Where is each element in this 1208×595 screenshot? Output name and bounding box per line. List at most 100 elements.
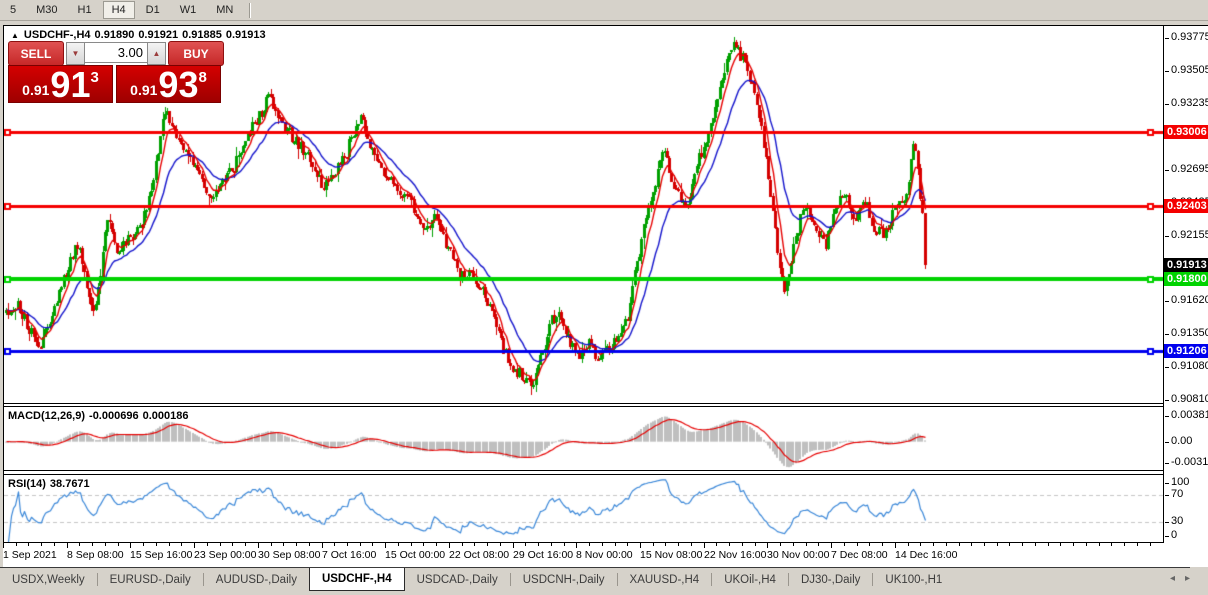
chart-ohlc-header: ▲USDCHF-,H40.918900.919210.918850.91913 — [11, 29, 270, 41]
time-minor-tick — [1099, 543, 1100, 546]
chart-tab-dj30daily[interactable]: DJ30-,Daily — [789, 568, 872, 591]
buy-price-pip: 8 — [198, 69, 206, 86]
open-value: 0.91890 — [95, 29, 135, 41]
time-minor-tick — [920, 543, 921, 546]
time-minor-tick — [220, 543, 221, 546]
price-line-badge: 0.91206 — [1164, 344, 1208, 358]
time-minor-tick — [959, 543, 960, 546]
time-axis-label: 29 Oct 16:00 — [513, 549, 573, 561]
time-axis-label: 1 Sep 2021 — [3, 549, 57, 561]
tab-scroll-right-icon[interactable]: ▸ — [1185, 573, 1200, 584]
time-minor-tick — [436, 543, 437, 546]
time-minor-tick — [1048, 543, 1049, 546]
chart-symbol-label: USDCHF-,H4 — [24, 29, 91, 41]
time-minor-tick — [691, 543, 692, 546]
rsi-indicator-canvas[interactable] — [4, 475, 1163, 542]
time-minor-tick — [500, 543, 501, 546]
rsi-axis-label: 30 — [1171, 515, 1183, 527]
volume-increase-button[interactable]: ▲ — [147, 42, 166, 65]
time-minor-tick — [334, 543, 335, 546]
time-major-tick — [67, 543, 68, 548]
time-axis-label: 8 Nov 00:00 — [576, 549, 633, 561]
time-major-tick — [130, 543, 131, 548]
time-axis-label: 15 Oct 00:00 — [385, 549, 445, 561]
time-minor-tick — [665, 543, 666, 546]
timeframe-button-5[interactable]: 5 — [1, 1, 25, 19]
time-axis-label: 8 Sep 08:00 — [67, 549, 124, 561]
chart-tab-xauusdh4[interactable]: XAUUSD-,H4 — [618, 568, 712, 591]
chart-tab-usdcaddaily[interactable]: USDCAD-,Daily — [405, 568, 510, 591]
timeframe-button-m30[interactable]: M30 — [27, 1, 66, 19]
chart-tab-uk100h1[interactable]: UK100-,H1 — [873, 568, 954, 591]
timeframe-button-h1[interactable]: H1 — [69, 1, 101, 19]
buy-price-box[interactable]: 0.91 93 8 — [116, 65, 221, 103]
time-axis-label: 15 Nov 08:00 — [640, 549, 702, 561]
price-tick-label: 0.93505 — [1171, 64, 1208, 76]
price-tick-label: 0.93775 — [1171, 31, 1208, 43]
time-minor-tick — [1022, 543, 1023, 546]
chart-tab-audusddaily[interactable]: AUDUSD-,Daily — [204, 568, 309, 591]
price-line-badge: 0.92403 — [1164, 199, 1208, 213]
time-axis-label: 22 Oct 08:00 — [449, 549, 509, 561]
time-minor-tick — [347, 543, 348, 546]
price-tick-label: 0.92155 — [1171, 229, 1208, 241]
chart-tab-eurusddaily[interactable]: EURUSD-,Daily — [98, 568, 203, 591]
price-tick-label: 0.91350 — [1171, 327, 1208, 339]
chart-tab-ukoilh4[interactable]: UKOil-,H4 — [712, 568, 788, 591]
rsi-pane-bottom-border — [3, 542, 1164, 543]
time-axis-label: 22 Nov 16:00 — [704, 549, 766, 561]
timeframe-button-d1[interactable]: D1 — [137, 1, 169, 19]
timeframe-button-w1[interactable]: W1 — [171, 1, 206, 19]
macd-signal-value: 0.000186 — [143, 410, 189, 422]
chart-tab-usdchfh4[interactable]: USDCHF-,H4 — [309, 568, 405, 591]
buy-button[interactable]: BUY — [168, 41, 224, 66]
time-minor-tick — [971, 543, 972, 546]
volume-input[interactable] — [85, 42, 147, 63]
time-minor-tick — [780, 543, 781, 546]
time-minor-tick — [105, 543, 106, 546]
time-minor-tick — [1137, 543, 1138, 546]
time-minor-tick — [882, 543, 883, 546]
time-minor-tick — [271, 543, 272, 546]
volume-decrease-button[interactable]: ▼ — [66, 42, 85, 65]
tab-scroll-arrows[interactable]: ◂▸ — [1170, 573, 1200, 584]
time-minor-tick — [793, 543, 794, 546]
timeframe-button-mn[interactable]: MN — [207, 1, 242, 19]
time-minor-tick — [245, 543, 246, 546]
collapse-panel-icon[interactable]: ▲ — [11, 31, 19, 40]
time-axis-label: 30 Nov 00:00 — [767, 549, 829, 561]
price-line-badge: 0.91800 — [1164, 272, 1208, 286]
time-major-tick — [513, 543, 514, 548]
one-click-trading-panel: SELL ▼ ▲ BUY 0.91 91 3 0.91 93 8 — [8, 41, 224, 103]
time-major-tick — [449, 543, 450, 548]
sell-price-box[interactable]: 0.91 91 3 — [8, 65, 113, 103]
time-major-tick — [3, 543, 4, 548]
toolbar-separator — [249, 3, 251, 18]
time-minor-tick — [729, 543, 730, 546]
time-minor-tick — [181, 543, 182, 546]
time-minor-tick — [844, 543, 845, 546]
price-tick-label: 0.92695 — [1171, 163, 1208, 175]
tab-scroll-left-icon[interactable]: ◂ — [1170, 573, 1185, 584]
chart-tabbar: USDX,WeeklyEURUSD-,DailyAUDUSD-,DailyUSD… — [0, 568, 1208, 591]
time-minor-tick — [984, 543, 985, 546]
time-minor-tick — [869, 543, 870, 546]
timeframe-button-h4[interactable]: H4 — [103, 1, 135, 19]
time-minor-tick — [372, 543, 373, 546]
chart-tab-usdcnhdaily[interactable]: USDCNH-,Daily — [511, 568, 617, 591]
chart-tab-usdxweekly[interactable]: USDX,Weekly — [0, 568, 97, 591]
price-tick-label: 0.93235 — [1171, 97, 1208, 109]
main-pane-bottom-border — [3, 403, 1164, 404]
time-axis-label: 23 Sep 00:00 — [194, 549, 256, 561]
time-minor-tick — [143, 543, 144, 546]
rsi-axis-label: 0 — [1171, 529, 1177, 541]
time-major-tick — [704, 543, 705, 548]
time-major-tick — [831, 543, 832, 548]
time-minor-tick — [92, 543, 93, 546]
time-minor-tick — [742, 543, 743, 546]
price-tick-label: 0.91080 — [1171, 360, 1208, 372]
sell-button[interactable]: SELL — [8, 41, 64, 66]
price-line-badge: 0.91913 — [1164, 258, 1208, 272]
time-major-tick — [767, 543, 768, 548]
time-minor-tick — [933, 543, 934, 546]
